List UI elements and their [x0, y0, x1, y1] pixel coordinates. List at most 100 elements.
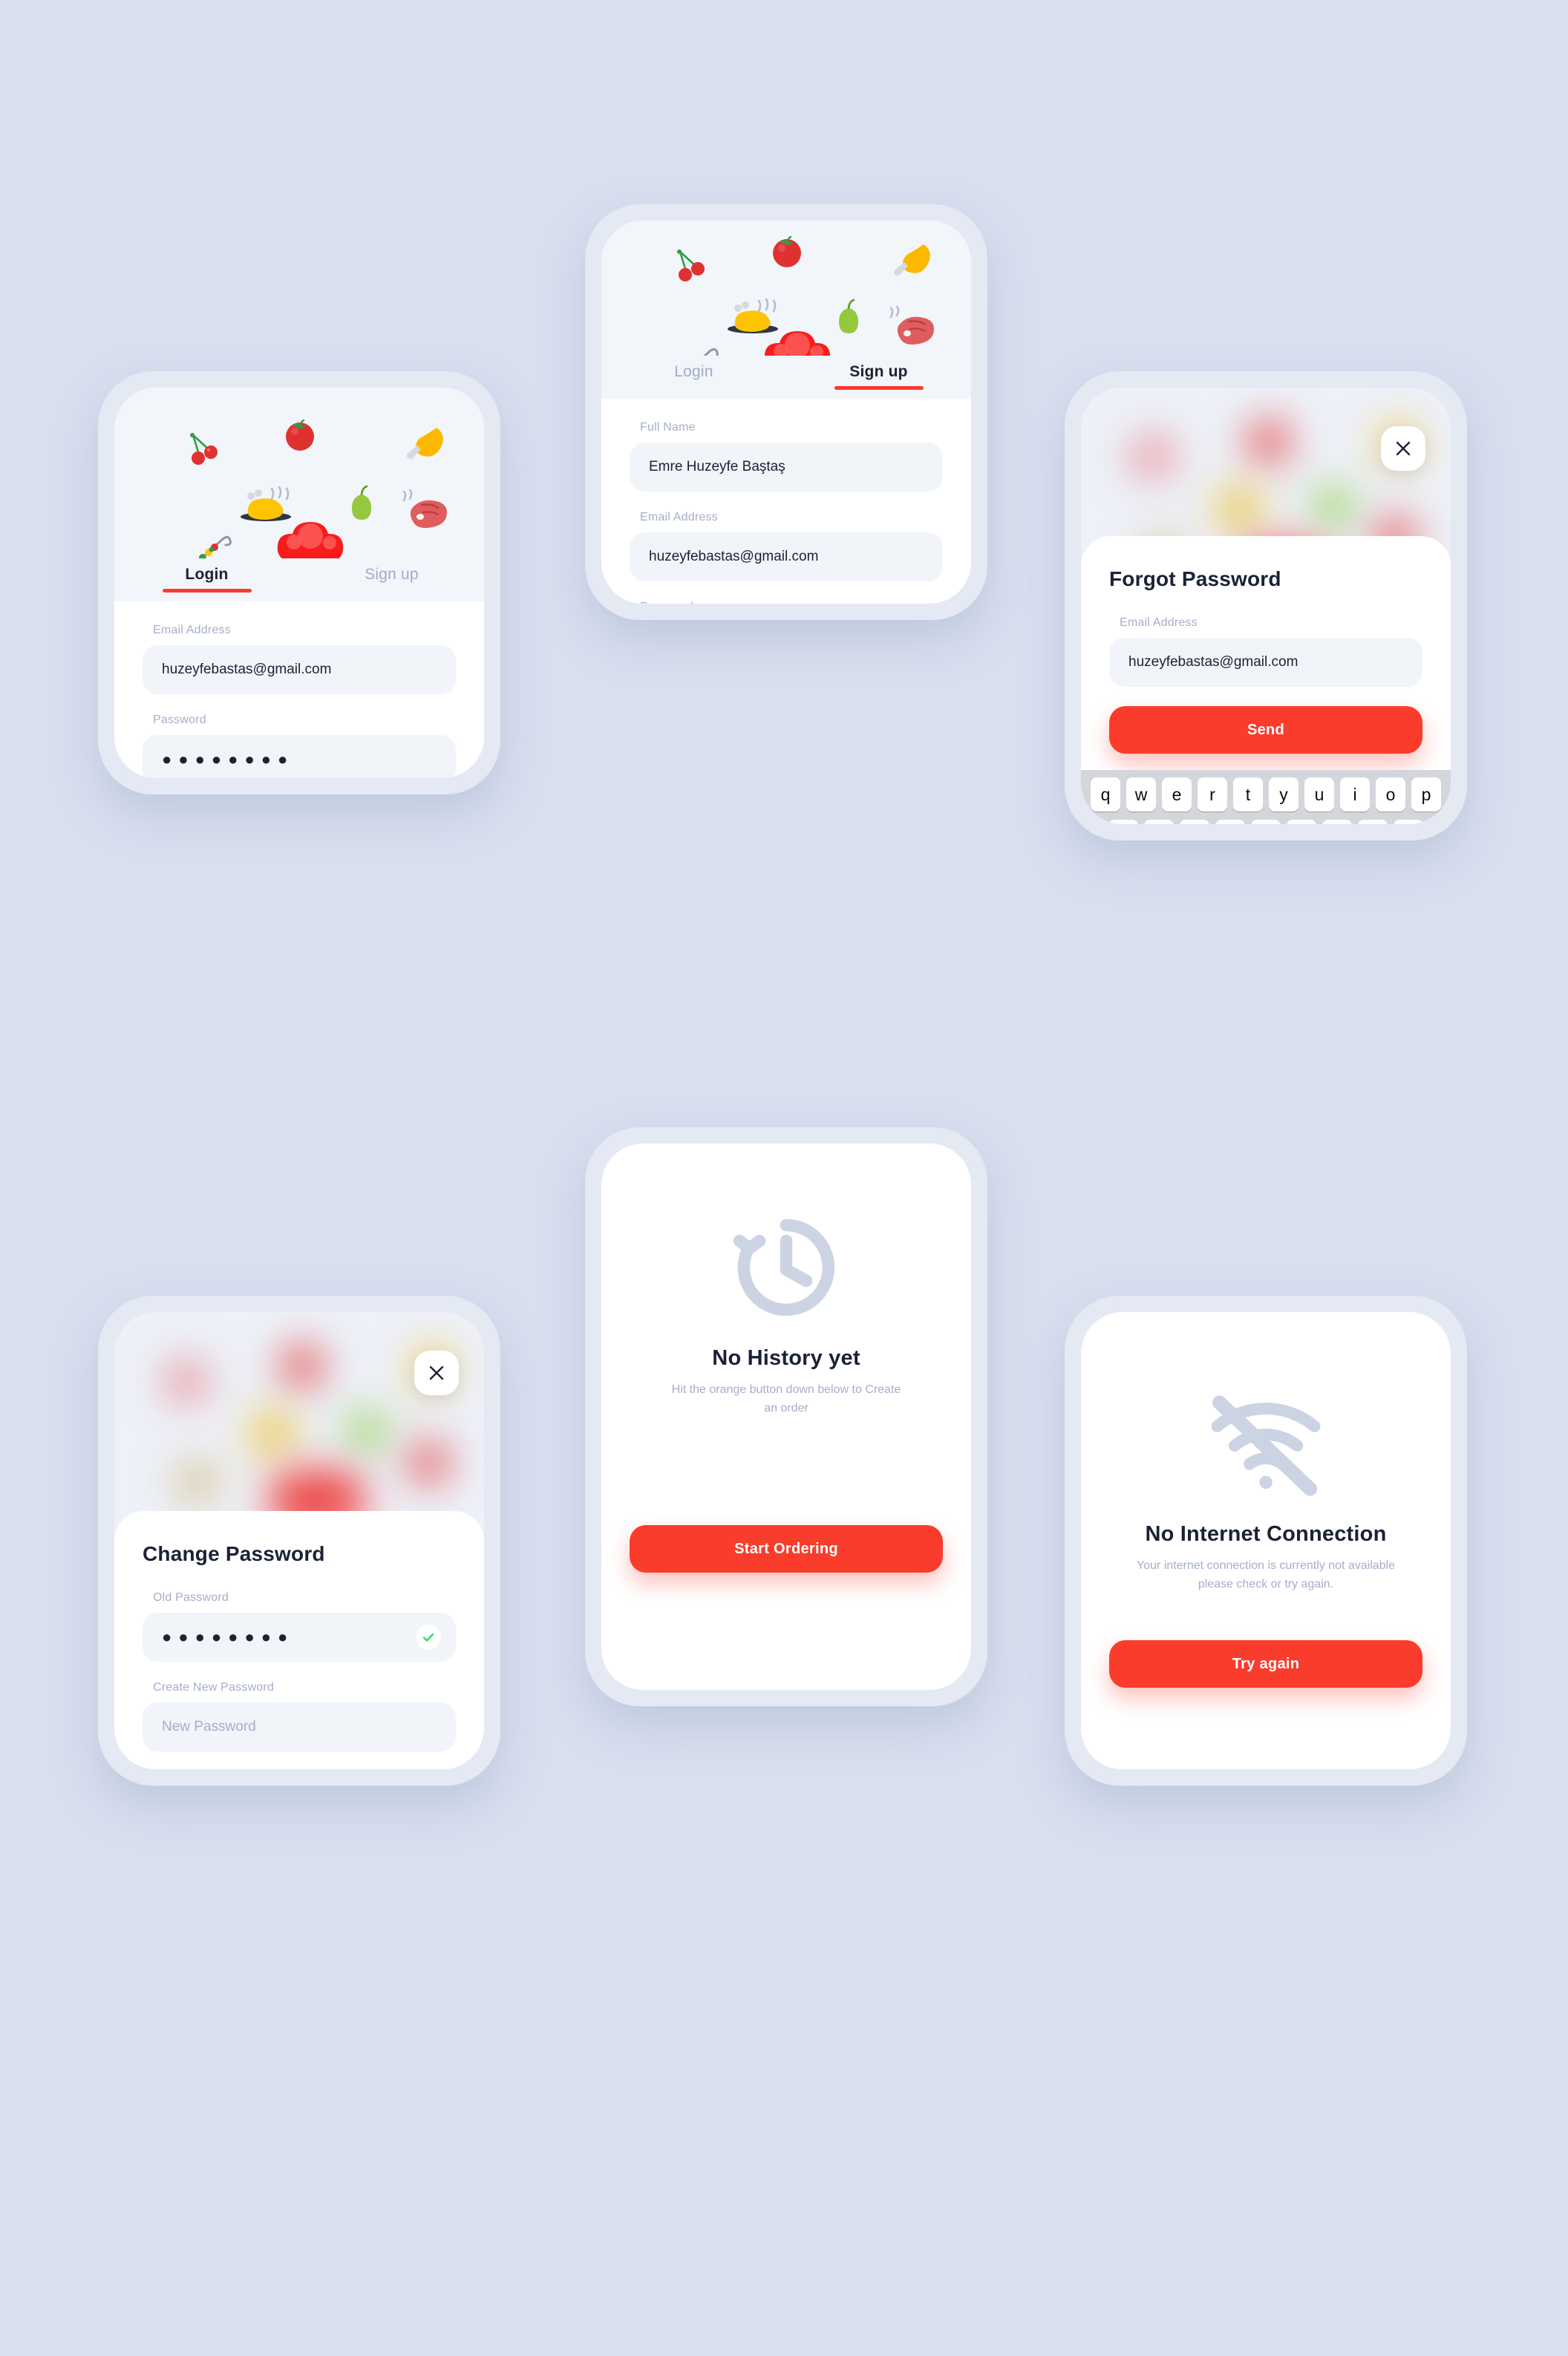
login-screen: Login Sign up Email Address huzeyfebasta…: [114, 388, 484, 778]
key-g[interactable]: g: [1251, 820, 1281, 824]
key-r[interactable]: r: [1198, 777, 1227, 812]
blurred-tomato: [279, 1343, 325, 1389]
change-password-sheet: Change Password Old Password ●●●●●●●● Cr…: [114, 1511, 484, 1769]
forgot-password-screen: Forgot Password Email Address huzeyfebas…: [1081, 388, 1451, 824]
tab-login-label: Login: [185, 566, 229, 583]
history-clock-icon: [731, 1212, 842, 1327]
forgot-password-sheet: Forgot Password Email Address huzeyfebas…: [1081, 536, 1451, 824]
blurred-kebab: [175, 1461, 218, 1504]
tab-login[interactable]: Login: [601, 356, 786, 394]
pear-icon: [839, 298, 858, 333]
new-password-placeholder: New Password: [162, 1719, 256, 1735]
key-h[interactable]: h: [1287, 820, 1316, 824]
email-value: huzeyfebastas@gmail.com: [649, 549, 819, 564]
blurred-cherries: [163, 1358, 209, 1404]
key-f[interactable]: f: [1215, 820, 1245, 824]
fullname-input[interactable]: Emre Huzeyfe Baştaş: [630, 443, 943, 492]
key-o[interactable]: o: [1376, 777, 1405, 812]
blurred-steak: [405, 1440, 451, 1486]
tab-signup-label: Sign up: [849, 363, 908, 380]
phone-change-password-screen: Change Password Old Password ●●●●●●●● Cr…: [98, 1296, 500, 1786]
roast-chicken-icon: [241, 486, 291, 521]
start-ordering-button[interactable]: Start Ordering: [630, 1525, 943, 1573]
key-a[interactable]: a: [1108, 820, 1138, 824]
keyboard-row-2: a s d f g h j k l: [1085, 820, 1446, 824]
tab-signup[interactable]: Sign up: [786, 356, 971, 394]
email-value: huzeyfebastas@gmail.com: [1128, 654, 1298, 670]
keyboard-row-1: q w e r t y u i o p: [1085, 777, 1446, 812]
email-label: Email Address: [1120, 616, 1198, 629]
phone-signup-screen: Login Sign up Full Name Emre Huzeyfe Baş…: [585, 204, 987, 620]
email-input[interactable]: huzeyfebastas@gmail.com: [630, 532, 943, 581]
close-icon[interactable]: [414, 1351, 459, 1395]
page-subtitle: Your internet connection is currently no…: [1136, 1559, 1396, 1590]
key-e[interactable]: e: [1162, 777, 1192, 812]
password-value: ●●●●●●●●: [162, 750, 295, 769]
blurred-pear: [1313, 486, 1354, 527]
fullname-value: Emre Huzeyfe Baştaş: [649, 459, 785, 474]
create-new-password-label: Create New Password: [153, 1681, 274, 1694]
check-icon: [416, 1625, 441, 1650]
tab-login[interactable]: Login: [114, 558, 299, 597]
signup-screen: Login Sign up Full Name Emre Huzeyfe Baş…: [601, 221, 971, 604]
phone-login-screen: Login Sign up Email Address huzeyfebasta…: [98, 371, 500, 794]
signup-hero: Login Sign up: [601, 221, 971, 399]
pear-icon: [352, 485, 371, 520]
no-history-screen: No History yet Hit the orange button dow…: [601, 1143, 971, 1690]
key-l[interactable]: l: [1394, 820, 1423, 824]
email-label: Email Address: [153, 624, 231, 636]
page-title: Forgot Password: [1109, 567, 1281, 590]
change-password-screen: Change Password Old Password ●●●●●●●● Cr…: [114, 1312, 484, 1769]
login-form: Email Address huzeyfebastas@gmail.com Pa…: [114, 601, 484, 778]
tomato-icon: [773, 235, 801, 267]
old-password-value: ●●●●●●●●: [162, 1628, 295, 1646]
key-p[interactable]: p: [1411, 777, 1441, 812]
email-input[interactable]: huzeyfebastas@gmail.com: [1109, 638, 1422, 687]
cherries-icon: [190, 433, 218, 465]
blurred-roast-chicken: [248, 1409, 297, 1458]
wifi-off-icon: [1206, 1394, 1325, 1501]
page-title: No Internet Connection: [1145, 1522, 1387, 1546]
steak-icon: [889, 305, 934, 345]
key-d[interactable]: d: [1180, 820, 1209, 824]
old-password-input[interactable]: ●●●●●●●●: [143, 1613, 456, 1662]
no-internet-screen: No Internet Connection Your internet con…: [1081, 1312, 1451, 1769]
key-y[interactable]: y: [1269, 777, 1298, 812]
close-icon[interactable]: [1381, 426, 1425, 471]
mockup-canvas: Login Sign up Email Address huzeyfebasta…: [0, 0, 1568, 2356]
chicken-leg-icon: [407, 428, 443, 460]
login-tab-bar: Login Sign up: [114, 558, 484, 601]
email-label: Email Address: [640, 511, 718, 523]
on-screen-keyboard: q w e r t y u i o p a s d: [1081, 770, 1451, 824]
blurred-cherries: [1130, 434, 1176, 480]
key-w[interactable]: w: [1126, 777, 1156, 812]
roast-chicken-icon: [728, 298, 778, 333]
key-j[interactable]: j: [1322, 820, 1352, 824]
steak-icon: [402, 489, 447, 528]
password-label: Password: [153, 714, 206, 726]
send-button[interactable]: Send: [1109, 706, 1422, 754]
password-input[interactable]: ●●●●●●●●: [143, 735, 456, 778]
fullname-label: Full Name: [640, 421, 696, 434]
empty-state: No Internet Connection Your internet con…: [1081, 1312, 1451, 1769]
key-q[interactable]: q: [1091, 777, 1120, 812]
try-again-button[interactable]: Try again: [1109, 1640, 1422, 1688]
page-title: No History yet: [712, 1346, 860, 1370]
email-input[interactable]: huzeyfebastas@gmail.com: [143, 645, 456, 694]
signup-form: Full Name Emre Huzeyfe Baştaş Email Addr…: [601, 399, 971, 604]
key-k[interactable]: k: [1358, 820, 1388, 824]
key-i[interactable]: i: [1340, 777, 1370, 812]
key-s[interactable]: s: [1144, 820, 1174, 824]
tab-signup[interactable]: Sign up: [299, 558, 484, 597]
login-hero: Login Sign up: [114, 388, 484, 601]
signup-tab-bar: Login Sign up: [601, 356, 971, 399]
blurred-pear: [346, 1410, 388, 1452]
password-label: Password: [640, 601, 943, 604]
page-subtitle: Hit the orange button down below to Crea…: [671, 1383, 901, 1414]
key-u[interactable]: u: [1304, 777, 1334, 812]
key-t[interactable]: t: [1233, 777, 1263, 812]
new-password-input[interactable]: New Password: [143, 1703, 456, 1752]
phone-history-screen: No History yet Hit the orange button dow…: [585, 1127, 987, 1706]
chicken-leg-icon: [894, 244, 930, 276]
empty-state: No History yet Hit the orange button dow…: [601, 1143, 971, 1690]
